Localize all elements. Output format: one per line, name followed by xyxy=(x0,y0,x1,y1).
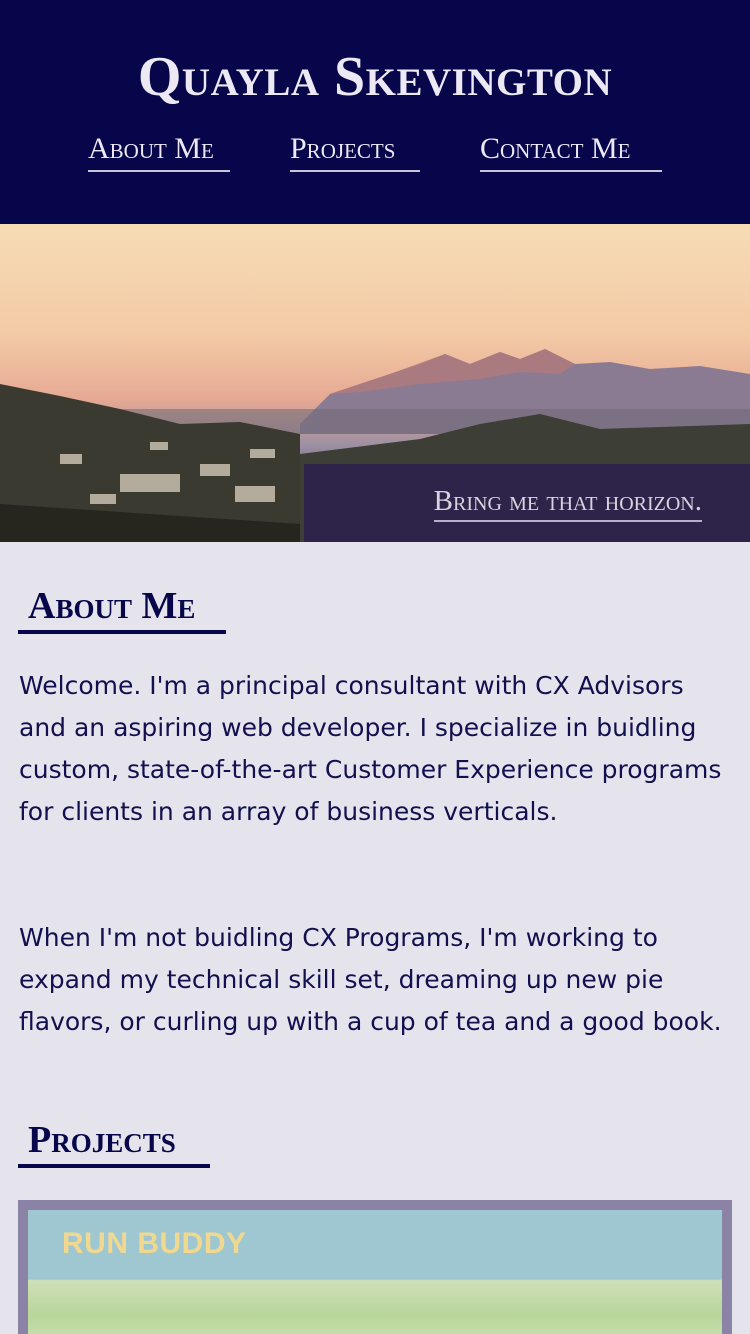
tagline-overlay: Bring me that horizon. xyxy=(304,464,750,542)
project-title: RUN BUDDY xyxy=(62,1227,247,1260)
hero-banner: Bring me that horizon. xyxy=(0,224,750,542)
site-title: Quayla Skevington xyxy=(137,46,613,108)
hero-tagline: Bring me that horizon. xyxy=(433,482,702,522)
projects-heading: Projects xyxy=(18,1116,210,1168)
project-screenshot: RUN BUDDY xyxy=(28,1210,722,1334)
about-me-heading: About Me xyxy=(18,582,226,634)
nav-link-about-me[interactable]: About Me xyxy=(88,128,230,172)
nav-link-contact-me[interactable]: Contact Me xyxy=(480,128,662,172)
project-screenshot-header: RUN BUDDY xyxy=(28,1210,722,1278)
about-paragraph-1: Welcome. I'm a principal consultant with… xyxy=(19,671,722,826)
main-nav: About Me Projects Contact Me xyxy=(0,128,750,178)
nav-link-projects[interactable]: Projects xyxy=(290,128,420,172)
about-paragraph-2: When I'm not buidling CX Programs, I'm w… xyxy=(19,923,722,1036)
site-header: Quayla Skevington About Me Projects Cont… xyxy=(0,0,750,224)
project-card-run-buddy[interactable]: RUN BUDDY xyxy=(18,1200,732,1334)
